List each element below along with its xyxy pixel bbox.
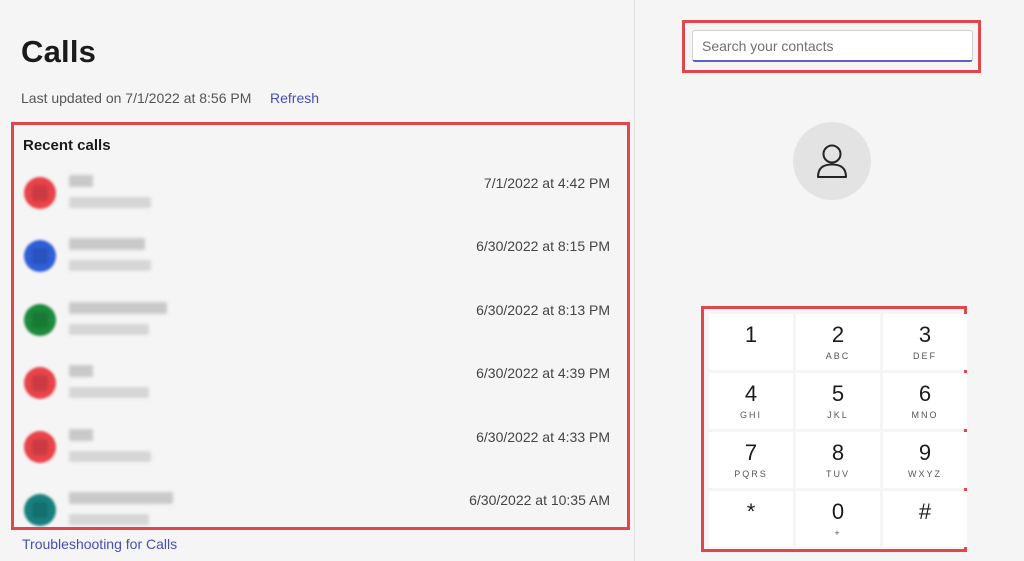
call-detail-redacted bbox=[69, 513, 149, 525]
recent-calls-list: 7/1/2022 at 4:42 PM 6/30/2022 at 8:15 PM… bbox=[14, 163, 627, 527]
contact-avatar bbox=[793, 122, 871, 200]
call-detail-redacted bbox=[69, 197, 151, 208]
call-list-item[interactable]: 6/30/2022 at 4:39 PM bbox=[14, 353, 627, 416]
key-digit: 9 bbox=[918, 440, 932, 465]
troubleshooting-link[interactable]: Troubleshooting for Calls bbox=[22, 536, 177, 552]
key-letters: DEF bbox=[913, 351, 937, 361]
dial-key-0[interactable]: 0 + bbox=[796, 491, 880, 547]
calls-panel: Calls Last updated on 7/1/2022 at 8:56 P… bbox=[0, 0, 634, 561]
key-digit: 1 bbox=[744, 322, 758, 347]
call-detail-redacted bbox=[69, 323, 149, 335]
call-list-item[interactable]: 6/30/2022 at 4:33 PM bbox=[14, 417, 627, 480]
dial-key-5[interactable]: 5 JKL bbox=[796, 373, 880, 429]
caller-name-redacted bbox=[69, 491, 173, 504]
call-time: 6/30/2022 at 10:35 AM bbox=[469, 491, 610, 508]
dial-key-2[interactable]: 2 ABC bbox=[796, 314, 880, 370]
dial-key-hash[interactable]: # bbox=[883, 491, 967, 547]
caller-avatar bbox=[24, 367, 56, 400]
recent-calls-heading: Recent calls bbox=[23, 137, 111, 154]
key-digit: 6 bbox=[918, 381, 932, 406]
key-letters: ABC bbox=[825, 351, 851, 361]
key-digit: 3 bbox=[918, 322, 932, 347]
last-updated-text: Last updated on 7/1/2022 at 8:56 PM bbox=[21, 90, 252, 106]
dial-key-1[interactable]: 1 bbox=[709, 314, 793, 370]
dialpad: 1 2 ABC 3 DEF 4 GHI 5 JKL 6 MNO 7 PQRS 8 TUV 9 W… bbox=[709, 314, 967, 547]
call-time: 7/1/2022 at 4:42 PM bbox=[483, 175, 610, 191]
refresh-link[interactable]: Refresh bbox=[270, 90, 319, 106]
caller-name-redacted bbox=[69, 238, 145, 251]
call-time: 6/30/2022 at 8:13 PM bbox=[476, 301, 610, 318]
dial-key-6[interactable]: 6 MNO bbox=[883, 373, 967, 429]
caller-avatar bbox=[24, 493, 56, 526]
dial-key-8[interactable]: 8 TUV bbox=[796, 432, 880, 488]
key-letters: + bbox=[834, 528, 842, 538]
caller-avatar bbox=[24, 240, 56, 273]
key-digit: 2 bbox=[831, 322, 845, 347]
dial-key-4[interactable]: 4 GHI bbox=[709, 373, 793, 429]
key-letters: TUV bbox=[826, 469, 850, 479]
call-list-item[interactable]: 6/30/2022 at 8:15 PM bbox=[14, 226, 627, 289]
contact-search-container bbox=[682, 20, 981, 73]
call-detail-redacted bbox=[69, 260, 151, 272]
call-detail-redacted bbox=[69, 450, 151, 462]
call-detail-redacted bbox=[69, 387, 149, 399]
call-time: 6/30/2022 at 4:39 PM bbox=[476, 365, 610, 382]
key-letters: JKL bbox=[827, 410, 849, 420]
search-contacts-input[interactable] bbox=[692, 30, 973, 62]
dial-key-7[interactable]: 7 PQRS bbox=[709, 432, 793, 488]
person-icon bbox=[817, 144, 847, 178]
key-digit: 4 bbox=[744, 381, 758, 406]
key-letters: WXYZ bbox=[908, 469, 942, 479]
key-digit: 5 bbox=[831, 381, 845, 406]
key-digit: 7 bbox=[744, 440, 758, 465]
call-list-item[interactable]: 7/1/2022 at 4:42 PM bbox=[14, 163, 627, 226]
call-time: 6/30/2022 at 4:33 PM bbox=[476, 428, 610, 445]
call-list-item[interactable]: 6/30/2022 at 10:35 AM bbox=[14, 480, 627, 527]
recent-calls-section: Recent calls 7/1/2022 at 4:42 PM 6/30/20… bbox=[11, 122, 630, 530]
call-list-item[interactable]: 6/30/2022 at 8:13 PM bbox=[14, 290, 627, 353]
key-letters: MNO bbox=[911, 410, 939, 420]
caller-name-redacted bbox=[69, 301, 167, 314]
dial-panel: 1 2 ABC 3 DEF 4 GHI 5 JKL 6 MNO 7 PQRS 8 TUV 9 W… bbox=[635, 0, 1024, 561]
key-digit: 8 bbox=[831, 440, 845, 465]
key-digit: # bbox=[918, 499, 932, 524]
page-title: Calls bbox=[21, 34, 97, 69]
dial-key-3[interactable]: 3 DEF bbox=[883, 314, 967, 370]
caller-name-redacted bbox=[69, 365, 93, 378]
call-time: 6/30/2022 at 8:15 PM bbox=[476, 238, 610, 255]
caller-avatar bbox=[24, 430, 56, 463]
caller-name-redacted bbox=[69, 175, 93, 187]
caller-avatar bbox=[24, 303, 56, 336]
key-digit: 0 bbox=[831, 499, 845, 524]
dial-key-star[interactable]: * bbox=[709, 491, 793, 547]
key-letters: PQRS bbox=[734, 469, 768, 479]
key-digit: * bbox=[746, 499, 756, 524]
caller-avatar bbox=[24, 177, 56, 209]
dialpad-container: 1 2 ABC 3 DEF 4 GHI 5 JKL 6 MNO 7 PQRS 8 TUV 9 W… bbox=[701, 306, 967, 552]
key-letters: GHI bbox=[739, 410, 762, 420]
dial-key-9[interactable]: 9 WXYZ bbox=[883, 432, 967, 488]
caller-name-redacted bbox=[69, 428, 93, 441]
